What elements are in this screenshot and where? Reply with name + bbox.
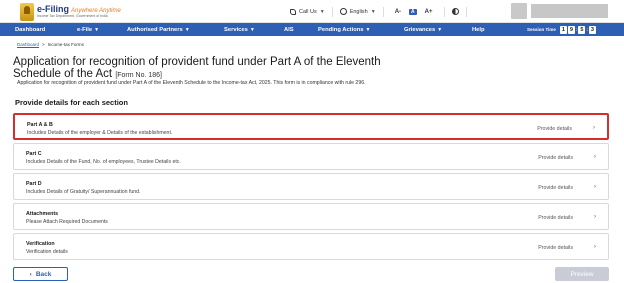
breadcrumb-dashboard[interactable]: Dashboard <box>17 42 39 47</box>
section-subtitle: Please Attach Required Documents <box>26 219 108 225</box>
section-card-attachments[interactable]: Attachments Please Attach Required Docum… <box>13 203 609 230</box>
session-label: Session Time <box>527 27 556 32</box>
section-subtitle: Verification details <box>26 249 68 255</box>
nav-services-label: Services <box>224 26 248 33</box>
globe-icon <box>339 8 347 15</box>
provide-details-link[interactable]: Provide details <box>538 155 573 161</box>
section-list: Part A & B Includes Details of the emplo… <box>13 113 609 263</box>
nav-efile[interactable]: e-File ▼ <box>77 23 99 36</box>
nav-dashboard[interactable]: Dashboard <box>15 23 45 36</box>
main-nav: Dashboard e-File ▼ Authorised Partners ▼ S… <box>0 23 624 36</box>
page-title: Application for recognition of provident… <box>13 56 403 82</box>
chevron-down-icon: ▼ <box>249 26 255 33</box>
section-card-part-d[interactable]: Part D Includes Details of Gratuity/ Sup… <box>13 173 609 200</box>
provide-details-link[interactable]: Provide details <box>538 185 573 191</box>
section-title: Attachments <box>26 211 59 217</box>
section-title: Part C <box>26 151 42 157</box>
call-us-label: Call Us <box>299 8 317 15</box>
section-subtitle: Includes Details of Gratuity/ Superannua… <box>26 189 141 195</box>
back-button[interactable]: ‹ Back <box>13 267 68 281</box>
nav-authorised-partners-label: Authorised Partners <box>127 26 183 33</box>
phone-icon <box>290 8 296 15</box>
arrow-left-icon: ‹ <box>29 270 32 278</box>
efiling-logo[interactable]: e-Filing Anywhere Anytime Income Tax Depa… <box>20 2 121 21</box>
session-digit: 9 <box>567 25 575 34</box>
chevron-down-icon: ▼ <box>94 26 100 33</box>
provide-details-link[interactable]: Provide details <box>538 215 573 221</box>
chevron-right-icon: › <box>594 214 596 220</box>
nav-grievances-label: Grievances <box>404 26 436 33</box>
session-digit: 5 <box>578 25 586 34</box>
chevron-right-icon: › <box>594 244 596 250</box>
section-card-verification[interactable]: Verification Verification details Provid… <box>13 233 609 260</box>
breadcrumb-current: Income-tax Forms <box>47 42 84 47</box>
nav-help[interactable]: Help <box>472 23 485 36</box>
logo-tagline: Anywhere Anytime <box>71 7 121 14</box>
page-title-text: Application for recognition of provident… <box>13 56 381 80</box>
section-title: Part D <box>26 181 42 187</box>
national-emblem-icon <box>20 2 34 21</box>
user-name-redacted[interactable] <box>531 4 608 18</box>
session-digit: 3 <box>588 25 596 34</box>
call-us-button[interactable]: Call Us ▼ <box>290 8 325 15</box>
logo-subtitle: Income Tax Department, Government of Ind… <box>37 13 108 18</box>
chevron-right-icon: › <box>594 184 596 190</box>
nav-efile-label: e-File <box>77 26 93 33</box>
provide-details-link[interactable]: Provide details <box>538 245 573 251</box>
page-description: Application for recognition of provident… <box>17 80 366 86</box>
breadcrumb-separator: > <box>42 42 45 47</box>
chevron-down-icon: ▼ <box>184 26 190 33</box>
breadcrumb: Dashboard > Income-tax Forms <box>17 42 84 47</box>
session-digit: 1 <box>559 25 567 34</box>
preview-button[interactable]: Preview <box>555 267 609 281</box>
section-heading: Provide details for each section <box>15 98 128 107</box>
chevron-right-icon: › <box>593 125 595 131</box>
section-subtitle: Includes Details of the Fund, No. of emp… <box>26 159 181 165</box>
language-select[interactable]: English ▼ <box>339 8 376 15</box>
back-label: Back <box>35 270 52 278</box>
provide-details-link[interactable]: Provide details <box>537 126 572 132</box>
section-title: Verification <box>26 241 55 247</box>
chevron-right-icon: › <box>594 154 596 160</box>
nav-pending-actions[interactable]: Pending Actions ▼ <box>318 23 370 36</box>
section-card-part-c[interactable]: Part C Includes Details of the Fund, No.… <box>13 143 609 170</box>
chevron-down-icon: ▼ <box>365 26 371 33</box>
avatar[interactable] <box>511 3 527 19</box>
nav-services[interactable]: Services ▼ <box>224 23 255 36</box>
font-decrease-button[interactable]: A- <box>395 9 401 15</box>
nav-ais[interactable]: AIS <box>284 23 294 36</box>
nav-grievances[interactable]: Grievances ▼ <box>404 23 442 36</box>
font-normal-button[interactable]: A <box>409 8 417 15</box>
chevron-down-icon: ▼ <box>370 8 376 15</box>
nav-authorised-partners[interactable]: Authorised Partners ▼ <box>127 23 190 36</box>
form-number: [Form No. 186] <box>115 72 162 79</box>
font-increase-button[interactable]: A+ <box>425 9 433 15</box>
section-subtitle: Includes Details of the employer & Detai… <box>27 130 173 136</box>
section-card-part-a-b[interactable]: Part A & B Includes Details of the emplo… <box>13 113 609 140</box>
logo-title: e-Filing <box>37 3 69 14</box>
contrast-toggle-icon[interactable] <box>451 8 459 15</box>
nav-pending-actions-label: Pending Actions <box>318 26 364 33</box>
session-timer: Session Time 1 9 : 5 : 3 <box>527 25 596 34</box>
language-label: English <box>349 8 368 15</box>
section-title: Part A & B <box>27 122 53 128</box>
chevron-down-icon: ▼ <box>319 8 325 15</box>
chevron-down-icon: ▼ <box>437 26 443 33</box>
top-header: e-Filing Anywhere Anytime Income Tax Depa… <box>0 0 624 23</box>
